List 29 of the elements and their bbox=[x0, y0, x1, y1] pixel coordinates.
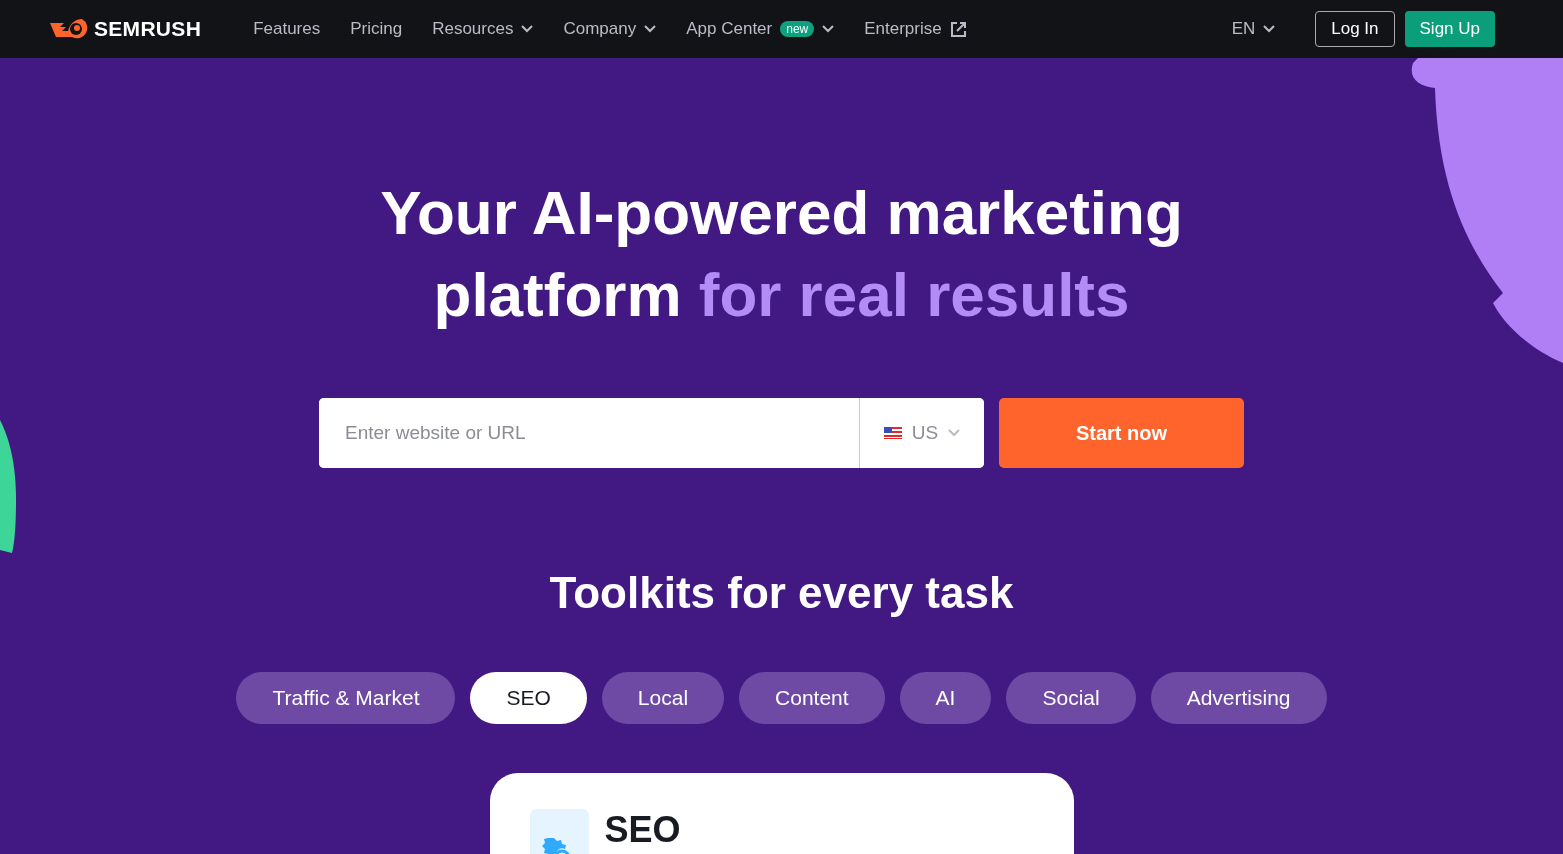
fireball-logo-icon bbox=[50, 17, 88, 41]
hero-heading: Your AI-powered marketing platform for real results bbox=[379, 177, 1184, 331]
gear-icon bbox=[529, 809, 589, 854]
toolkit-tab[interactable]: SEO bbox=[470, 672, 587, 724]
toolkit-tab[interactable]: Social bbox=[1006, 672, 1136, 724]
chevron-down-icon bbox=[521, 25, 534, 33]
nav-link[interactable]: Company bbox=[563, 19, 657, 39]
chevron-down-icon bbox=[948, 429, 961, 437]
toolkit-tab[interactable]: AI bbox=[899, 672, 992, 724]
toolkit-tab[interactable]: Traffic & Market bbox=[236, 672, 456, 724]
toolkit-tab[interactable]: Content bbox=[739, 672, 885, 724]
card-title: SEO bbox=[604, 812, 681, 848]
toolkit-tab[interactable]: Local bbox=[601, 672, 725, 724]
section-heading: Toolkits for every task bbox=[549, 568, 1014, 618]
chevron-down-icon bbox=[644, 25, 657, 33]
nav-link[interactable]: Resources bbox=[432, 19, 534, 39]
external-link-icon bbox=[949, 20, 967, 38]
chevron-down-icon bbox=[822, 25, 835, 33]
nav-link[interactable]: App Center new bbox=[686, 19, 835, 39]
flag-icon bbox=[883, 427, 902, 439]
nav-link[interactable]: Pricing bbox=[350, 19, 403, 39]
language-selector[interactable]: EN bbox=[1225, 18, 1282, 40]
logo-wordmark[interactable]: SEMRUSH bbox=[94, 17, 202, 41]
nav-link[interactable]: Features bbox=[253, 19, 321, 39]
toolkit-tab[interactable]: Advertising bbox=[1150, 672, 1327, 724]
login-button[interactable]: Log In bbox=[1315, 11, 1395, 47]
chevron-down-icon bbox=[1263, 25, 1276, 33]
new-badge: new bbox=[780, 21, 815, 37]
nav-link[interactable]: Enterprise bbox=[864, 19, 967, 39]
